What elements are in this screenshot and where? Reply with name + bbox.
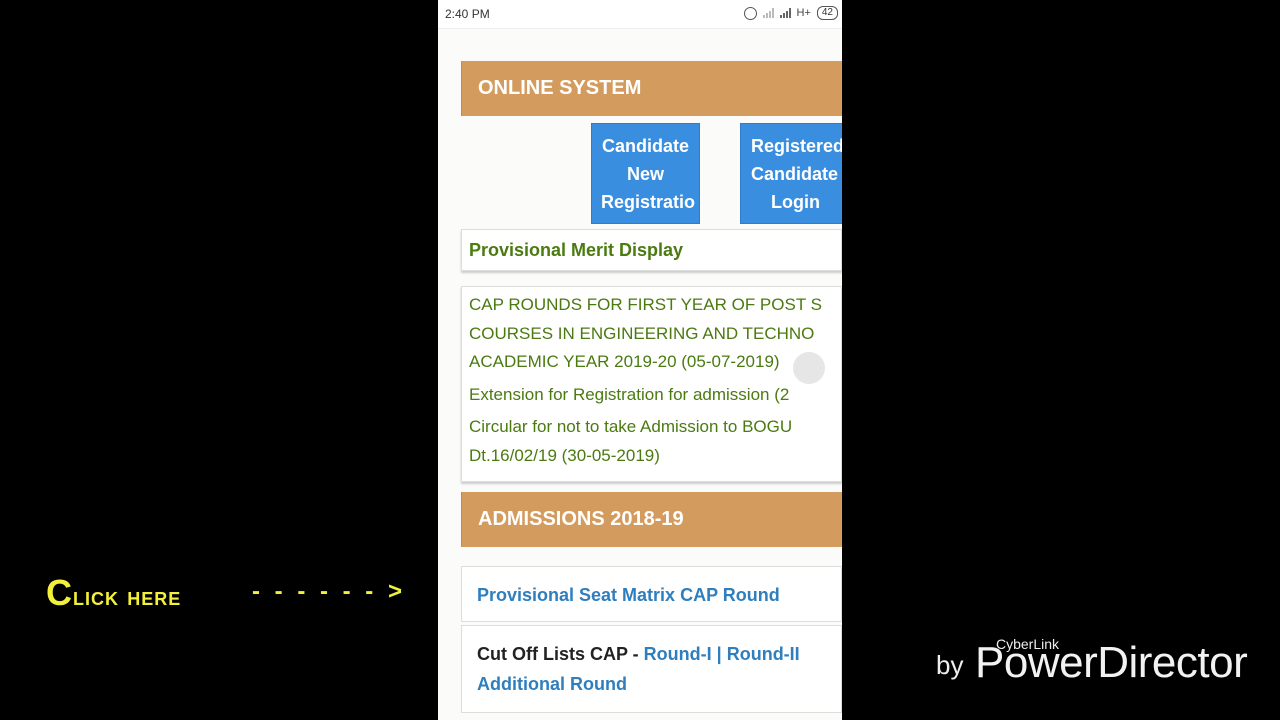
provisional-seat-matrix-link[interactable]: Provisional Seat Matrix CAP Round <box>477 585 780 605</box>
notice-line: CAP ROUNDS FOR FIRST YEAR OF POST S <box>469 295 822 314</box>
cutoff-separator: | <box>711 644 727 664</box>
button-line: Registratio <box>601 192 696 212</box>
alarm-icon <box>743 6 757 20</box>
touch-indicator <box>793 352 825 384</box>
watermark-by: by <box>936 650 964 680</box>
registered-candidate-login-button[interactable]: Registered Candidate Login <box>740 123 842 224</box>
button-line: Login <box>771 192 820 212</box>
seat-matrix-row: Provisional Seat Matrix CAP Round <box>461 566 842 622</box>
candidate-new-registration-button[interactable]: Candidate New Registratio <box>591 123 700 224</box>
cutoff-lists-row: Cut Off Lists CAP - Round-I | Round-II A… <box>461 625 842 713</box>
cutoff-additional-round-link[interactable]: Additional Round <box>477 674 627 694</box>
notice-cap-rounds[interactable]: CAP ROUNDS FOR FIRST YEAR OF POST S COUR… <box>469 291 841 377</box>
provisional-merit-display-link[interactable]: Provisional Merit Display <box>461 229 842 271</box>
button-line: Candidate <box>601 136 689 156</box>
notice-line: ACADEMIC YEAR 2019-20 (05-07-2019) <box>469 352 780 371</box>
battery-icon: 42 <box>816 6 838 20</box>
notice-line: Dt.16/02/19 (30-05-2019) <box>469 445 660 465</box>
notice-circular-bogus[interactable]: Circular for not to take Admission to BO… <box>469 413 841 470</box>
notice-line: Extension for Registration for admission… <box>469 384 790 404</box>
arrow-annotation: - - - - - - > <box>252 578 406 605</box>
button-line: New <box>626 164 664 184</box>
click-here-text: lick here <box>73 581 182 611</box>
cutoff-round-2-link[interactable]: Round-II <box>727 644 800 664</box>
status-bar: 2:40 PM H+ 42 <box>438 0 842 29</box>
notice-line: Circular for not to take Admission to BO… <box>469 417 793 436</box>
notice-extension-registration[interactable]: Extension for Registration for admission… <box>469 381 841 410</box>
cutoff-lists-label: Cut Off Lists CAP - <box>477 644 644 664</box>
notice-line: COURSES IN ENGINEERING AND TECHNO <box>469 323 815 343</box>
click-here-annotation: Click here <box>46 572 181 614</box>
watermark-powerdirector: PowerDirector <box>975 638 1248 687</box>
notice-list: CAP ROUNDS FOR FIRST YEAR OF POST S COUR… <box>461 286 842 482</box>
status-icons: H+ 42 <box>743 6 838 20</box>
button-line: Candidate <box>751 164 839 184</box>
signal-icon-sim1 <box>762 8 774 18</box>
click-here-initial: C <box>46 572 73 613</box>
cutoff-round-1-link[interactable]: Round-I <box>644 644 712 664</box>
signal-icon-sim2 <box>779 8 791 18</box>
phone-screen: 2:40 PM H+ 42 ONLINE SYSTEM Candidate Ne… <box>438 0 842 720</box>
network-type: H+ <box>796 7 811 19</box>
status-time: 2:40 PM <box>445 7 490 21</box>
admissions-header: ADMISSIONS 2018-19 <box>461 492 842 547</box>
button-line: Registered <box>751 136 842 156</box>
online-system-header: ONLINE SYSTEM <box>461 61 842 116</box>
